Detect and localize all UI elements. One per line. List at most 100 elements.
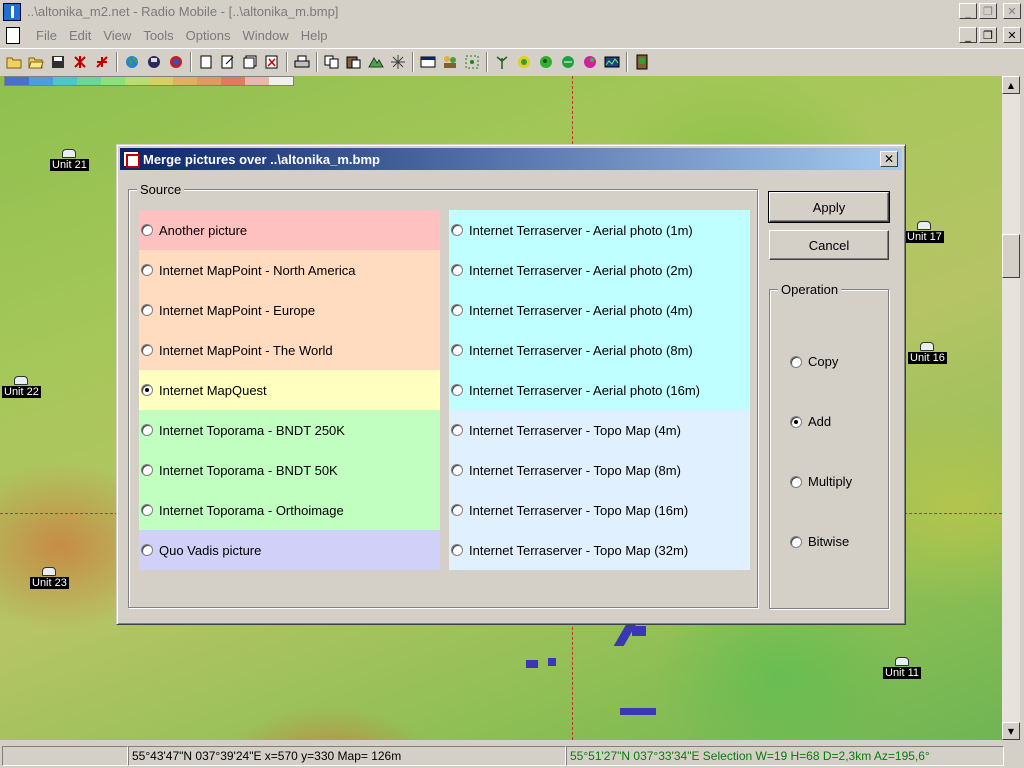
page-icon[interactable] <box>195 51 217 73</box>
radio-button[interactable] <box>141 264 153 276</box>
source-option[interactable]: Another picture <box>139 210 440 250</box>
spectrum-icon[interactable] <box>601 51 623 73</box>
unit-marker[interactable]: Unit 23 <box>30 567 69 589</box>
copy-page-icon[interactable] <box>239 51 261 73</box>
antenna-icon[interactable] <box>491 51 513 73</box>
doc-restore-button[interactable]: ❐ <box>979 27 997 43</box>
menu-tools[interactable]: Tools <box>137 28 179 43</box>
operation-option[interactable]: Copy <box>790 354 838 369</box>
unit-marker[interactable]: Unit 21 <box>50 149 89 171</box>
people-icon[interactable] <box>439 51 461 73</box>
unit-marker[interactable]: Unit 11 <box>883 657 922 679</box>
scroll-thumb[interactable] <box>1002 234 1020 278</box>
source-option[interactable]: Internet Terraserver - Aerial photo (8m) <box>449 330 750 370</box>
save-icon[interactable] <box>47 51 69 73</box>
radio-button[interactable] <box>141 464 153 476</box>
source-option[interactable]: Internet Toporama - Orthoimage <box>139 490 440 530</box>
source-option[interactable]: Internet Terraserver - Aerial photo (4m) <box>449 290 750 330</box>
radio-button[interactable] <box>451 504 463 516</box>
source-option[interactable]: Internet Toporama - BNDT 250K <box>139 410 440 450</box>
globe-green2-icon[interactable] <box>557 51 579 73</box>
globe-green-icon[interactable] <box>535 51 557 73</box>
radio-button[interactable] <box>141 384 153 396</box>
exit-icon[interactable] <box>631 51 653 73</box>
source-option[interactable]: Quo Vadis picture <box>139 530 440 570</box>
source-option[interactable]: Internet Toporama - BNDT 50K <box>139 450 440 490</box>
document-icon[interactable] <box>6 26 20 44</box>
menu-file[interactable]: File <box>30 28 63 43</box>
radio-button[interactable] <box>790 355 802 368</box>
radio-button[interactable] <box>790 475 802 488</box>
radio-button[interactable] <box>451 344 463 356</box>
menu-help[interactable]: Help <box>295 28 334 43</box>
radio-button[interactable] <box>141 344 153 356</box>
pdf-icon[interactable] <box>261 51 283 73</box>
close-button[interactable]: ✕ <box>1003 3 1021 19</box>
resize-grip[interactable] <box>1006 749 1020 763</box>
source-option[interactable]: Internet MapPoint - North America <box>139 250 440 290</box>
map-vertical-scrollbar[interactable]: ▲ ▼ <box>1002 76 1020 740</box>
radio-button[interactable] <box>451 304 463 316</box>
window-icon[interactable] <box>417 51 439 73</box>
unit-marker[interactable]: Unit 16 <box>908 342 947 364</box>
radio-button[interactable] <box>141 504 153 516</box>
radio-button[interactable] <box>451 544 463 556</box>
operation-option[interactable]: Add <box>790 414 831 429</box>
map-3d-icon[interactable] <box>365 51 387 73</box>
new-folder-icon[interactable] <box>3 51 25 73</box>
scroll-down-button[interactable]: ▼ <box>1002 722 1020 740</box>
radio-button[interactable] <box>451 424 463 436</box>
radio-mobile-icon[interactable] <box>3 2 21 21</box>
star-icon[interactable] <box>387 51 409 73</box>
units-icon[interactable] <box>91 51 113 73</box>
menu-view[interactable]: View <box>97 28 137 43</box>
network-icon[interactable] <box>69 51 91 73</box>
minimize-button[interactable]: _ <box>959 3 977 19</box>
dialog-close-button[interactable]: ✕ <box>880 151 898 167</box>
menu-options[interactable]: Options <box>180 28 237 43</box>
radio-button[interactable] <box>141 304 153 316</box>
scroll-up-button[interactable]: ▲ <box>1002 76 1020 94</box>
source-option[interactable]: Internet Terraserver - Aerial photo (16m… <box>449 370 750 410</box>
disk-icon[interactable] <box>143 51 165 73</box>
source-option[interactable]: Internet Terraserver - Topo Map (32m) <box>449 530 750 570</box>
edit-page-icon[interactable] <box>217 51 239 73</box>
radio-button[interactable] <box>451 224 463 236</box>
paste-icon[interactable] <box>343 51 365 73</box>
radio-button[interactable] <box>790 535 802 548</box>
radio-button[interactable] <box>141 224 153 236</box>
source-option[interactable]: Internet Terraserver - Aerial photo (1m) <box>449 210 750 250</box>
source-option[interactable]: Internet MapPoint - Europe <box>139 290 440 330</box>
unit-marker[interactable]: Unit 17 <box>905 221 944 243</box>
source-option[interactable]: Internet Terraserver - Topo Map (16m) <box>449 490 750 530</box>
globe-icon[interactable] <box>121 51 143 73</box>
apply-button[interactable]: Apply <box>768 191 890 223</box>
source-option[interactable]: Internet Terraserver - Topo Map (8m) <box>449 450 750 490</box>
radio-button[interactable] <box>790 415 802 428</box>
target-icon[interactable] <box>165 51 187 73</box>
source-option[interactable]: Internet Terraserver - Aerial photo (2m) <box>449 250 750 290</box>
open-folder-icon[interactable] <box>25 51 47 73</box>
cancel-button[interactable]: Cancel <box>769 230 889 260</box>
menu-edit[interactable]: Edit <box>63 28 97 43</box>
source-option[interactable]: Internet MapPoint - The World <box>139 330 440 370</box>
select-icon[interactable] <box>461 51 483 73</box>
radio-button[interactable] <box>451 464 463 476</box>
radio-button[interactable] <box>141 544 153 556</box>
operation-option[interactable]: Multiply <box>790 474 852 489</box>
copy-icon[interactable] <box>321 51 343 73</box>
unit-marker[interactable]: Unit 22 <box>2 376 41 398</box>
doc-close-button[interactable]: ✕ <box>1003 27 1021 43</box>
menu-window[interactable]: Window <box>236 28 294 43</box>
operation-option[interactable]: Bitwise <box>790 534 849 549</box>
restore-button[interactable]: ❐ <box>979 3 997 19</box>
palette-icon[interactable] <box>579 51 601 73</box>
radio-button[interactable] <box>141 424 153 436</box>
radio-button[interactable] <box>451 384 463 396</box>
source-option[interactable]: Internet Terraserver - Topo Map (4m) <box>449 410 750 450</box>
print-icon[interactable] <box>291 51 313 73</box>
source-option[interactable]: Internet MapQuest <box>139 370 440 410</box>
dialog-title-bar[interactable]: Merge pictures over ..\altonika_m.bmp ✕ <box>120 148 902 170</box>
globe-yellow-icon[interactable] <box>513 51 535 73</box>
radio-button[interactable] <box>451 264 463 276</box>
